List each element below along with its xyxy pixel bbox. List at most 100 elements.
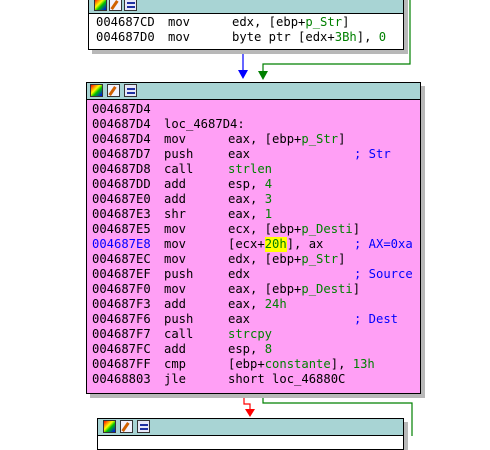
edit-comment-icon[interactable] xyxy=(107,84,120,97)
mnemonic: loc_4687D4: xyxy=(164,117,245,131)
address: 00468803 xyxy=(92,372,151,386)
address: 004687D4 xyxy=(92,132,151,146)
address: 004687F3 xyxy=(92,297,151,311)
operand-token: esp, xyxy=(228,342,265,356)
operand-token: constante xyxy=(264,357,331,371)
address: 004687D7 xyxy=(92,147,151,161)
asm-lines-icon[interactable] xyxy=(137,420,150,433)
operand-token: p_Desti xyxy=(301,222,353,236)
basic-block-current[interactable]: 004687D4 004687D4 loc_4687D4: 004687D4 mov ea… xyxy=(86,82,421,394)
disasm-line[interactable]: 004687D4 loc_4687D4: xyxy=(92,117,375,132)
mnemonic: call xyxy=(164,327,194,341)
operand-token: eax, xyxy=(228,297,265,311)
address: 004687F7 xyxy=(92,327,151,341)
disasm-line[interactable]: 004687E5 mov ecx, [ebp+p_Desti] xyxy=(92,222,375,237)
disasm-line[interactable]: 004687F3 add eax, 24h xyxy=(92,297,375,312)
mnemonic: add xyxy=(164,297,187,311)
mnemonic: add xyxy=(164,342,187,356)
operands: edx xyxy=(228,267,250,282)
mnemonic: cmp xyxy=(164,357,187,371)
edge-red-arrow xyxy=(245,409,255,417)
disasm-line[interactable]: 00468803 jle short loc_46880C xyxy=(92,372,375,387)
disasm-line[interactable]: 004687D7 push eax ; Str xyxy=(92,147,391,162)
mnemonic: add xyxy=(164,192,187,206)
mnemonic: mov xyxy=(168,15,191,29)
basic-block-previous[interactable]: 004687CD mov edx, [ebp+p_Str] 004687D0 mov by… xyxy=(88,0,404,50)
disasm-line[interactable]: 004687CD mov edx, [ebp+p_Str] xyxy=(96,15,386,30)
disasm-line[interactable]: 004687F7 call strcpy xyxy=(92,327,375,342)
disasm-line[interactable]: 004687F6 push eax ; Dest xyxy=(92,312,398,327)
edit-comment-icon[interactable] xyxy=(120,420,133,433)
address: 004687D4 xyxy=(92,102,151,116)
disasm-line[interactable]: 004687D4 xyxy=(92,102,375,117)
disasm-line[interactable]: 004687E8 mov [ecx+20h], ax ; AX=0xa xyxy=(92,237,413,252)
operand-token: ecx, [ebp+ xyxy=(228,222,302,236)
operand-token: 1 xyxy=(264,207,273,221)
disasm-line[interactable]: 004687E0 add eax, 3 xyxy=(92,192,375,207)
disasm-line[interactable]: 004687D0 mov byte ptr [edx+3Bh], 0 xyxy=(96,30,386,45)
operand-token: edx, [ebp+ xyxy=(228,252,302,266)
operands: eax, 1 xyxy=(228,207,272,222)
address: 004687CD xyxy=(96,15,155,29)
operands: [ecx+20h], ax xyxy=(228,237,323,252)
disasm-line[interactable]: 004687EC mov edx, [ebp+p_Str] xyxy=(92,252,375,267)
disasm-line[interactable]: 004687EF push edx ; Source xyxy=(92,267,413,282)
basic-block-next[interactable] xyxy=(97,418,404,450)
operand-token: [ebp+ xyxy=(228,357,265,371)
operand-token: 24h xyxy=(264,297,287,311)
highlighted-token: 20h xyxy=(264,237,287,252)
address: 004687D4 xyxy=(92,117,151,131)
operand-token: eax xyxy=(228,312,251,326)
operand-token: eax xyxy=(228,147,251,161)
address: 004687F0 xyxy=(92,282,151,296)
operand-token: eax, xyxy=(228,207,265,221)
mnemonic: push xyxy=(164,267,194,281)
operand-token: ] xyxy=(352,222,361,236)
operand-token: ] xyxy=(338,132,346,146)
disasm-line[interactable]: 004687D4 mov eax, [ebp+p_Str] xyxy=(92,132,375,147)
comment: ; Dest xyxy=(354,312,399,326)
mnemonic: push xyxy=(164,312,194,326)
graph-color-icon[interactable] xyxy=(90,84,103,97)
operand-token: p_Str xyxy=(301,132,339,146)
operands: eax, [ebp+p_Desti] xyxy=(228,282,360,297)
operand-token: edx, [ebp+ xyxy=(232,15,306,29)
disassembly-lines: 004687D4 004687D4 loc_4687D4: 004687D4 mov ea… xyxy=(92,102,413,387)
mnemonic: mov xyxy=(168,30,191,44)
operands: strcpy xyxy=(228,327,272,342)
address: 004687D0 xyxy=(96,30,155,44)
address: 004687F6 xyxy=(92,312,151,326)
disassembly-lines: 004687CD mov edx, [ebp+p_Str] 004687D0 mov by… xyxy=(96,15,386,45)
address: 004687E8 xyxy=(92,237,151,251)
graph-color-icon[interactable] xyxy=(103,420,116,433)
operand-token: ] xyxy=(338,252,346,266)
operand-token: eax, [ebp+ xyxy=(228,132,302,146)
disasm-line[interactable]: 004687F0 mov eax, [ebp+p_Desti] xyxy=(92,282,375,297)
address: 004687E0 xyxy=(92,192,151,206)
operand-token: 0 xyxy=(378,30,387,44)
operand-token: p_Desti xyxy=(301,282,353,296)
block-titlebar xyxy=(98,419,403,436)
address: 004687EC xyxy=(92,252,151,266)
edit-comment-icon[interactable] xyxy=(109,0,122,11)
operand-token: 8 xyxy=(264,342,273,356)
asm-lines-icon[interactable] xyxy=(124,0,137,11)
address: 004687FC xyxy=(92,342,151,356)
disasm-line[interactable]: 004687E3 shr eax, 1 xyxy=(92,207,375,222)
operand-token: ], xyxy=(356,30,379,44)
address: 004687E5 xyxy=(92,222,151,236)
comment: ; AX=0xa xyxy=(354,237,413,251)
mnemonic: jle xyxy=(164,372,187,386)
mnemonic: mov xyxy=(164,222,187,236)
disasm-line[interactable]: 004687DD add esp, 4 xyxy=(92,177,375,192)
operands: ecx, [ebp+p_Desti] xyxy=(228,222,360,237)
operand-token: 13h xyxy=(352,357,375,371)
disasm-line[interactable]: 004687FC add esp, 8 xyxy=(92,342,375,357)
operand-token: strcpy xyxy=(228,327,273,341)
asm-lines-icon[interactable] xyxy=(124,84,137,97)
disasm-line[interactable]: 004687FF cmp [ebp+constante], 13h xyxy=(92,357,375,372)
mnemonic: add xyxy=(164,177,187,191)
disasm-line[interactable]: 004687D8 call strlen xyxy=(92,162,375,177)
graph-color-icon[interactable] xyxy=(94,0,107,11)
operands: eax xyxy=(228,147,250,162)
